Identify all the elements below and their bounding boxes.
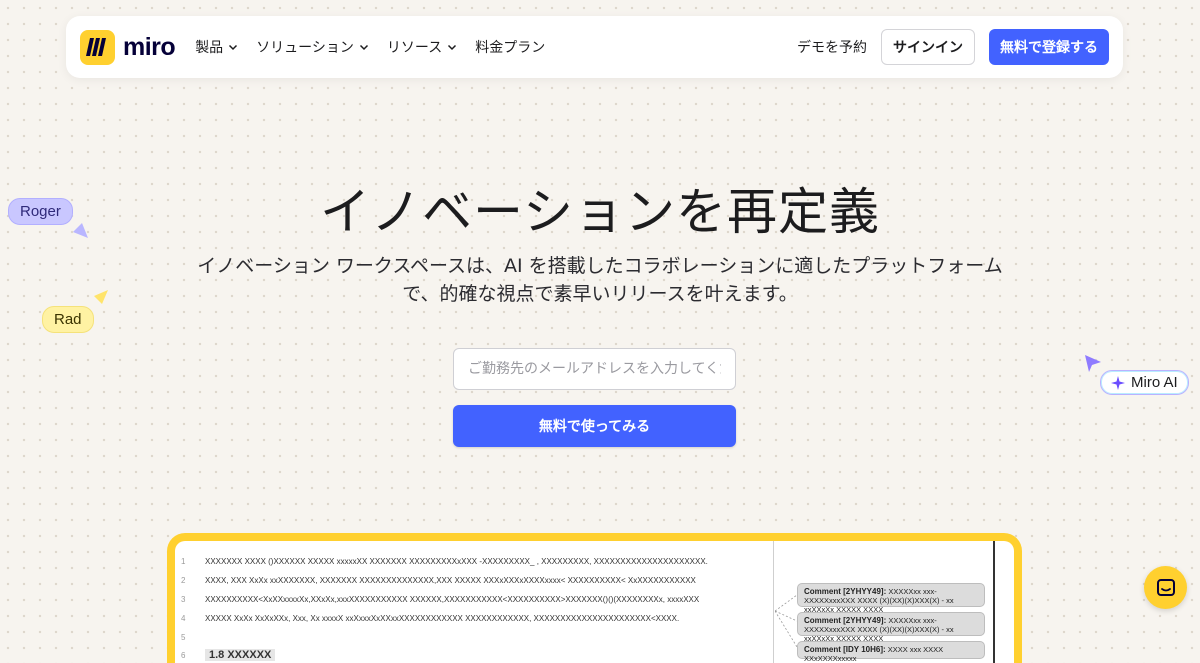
menu-item-label: 料金プラン bbox=[475, 40, 546, 56]
cursor-pointer-icon bbox=[94, 290, 108, 304]
document-preview: 1 XXXXXXX XXXX ()XXXXXX XXXXX xxxxxXX XXX… bbox=[175, 541, 1014, 663]
cursor-tag-miro-ai: Miro AI bbox=[1100, 370, 1189, 395]
chat-support-button[interactable] bbox=[1144, 566, 1187, 609]
signin-button[interactable]: サインイン bbox=[881, 29, 975, 65]
cursor-pointer-icon bbox=[1085, 355, 1101, 372]
nav-actions: デモを予約 サインイン 無料で登録する bbox=[797, 29, 1109, 65]
document-line: 1 XXXXXXX XXXX ()XXXXXX XXXXX xxxxxXX XXX… bbox=[181, 557, 708, 566]
chevron-down-icon bbox=[229, 44, 238, 51]
cursor-tag-roger: Roger bbox=[8, 198, 73, 225]
chevron-down-icon bbox=[448, 44, 457, 51]
comment-bubble[interactable]: Comment [IDY 10H6]: XXXX xxx XXXX XXxXXX… bbox=[797, 641, 985, 663]
document-line: 6 1.8 XXXXXX bbox=[181, 649, 276, 661]
menu-item-label: 製品 bbox=[195, 40, 224, 56]
document-divider bbox=[993, 541, 995, 663]
document-line: 4 XXXXX XxXx XxXxXXx, Xxx, Xx xxxxX xxXxx… bbox=[181, 614, 680, 623]
hero-subtitle: イノベーション ワークスペースは、AI を搭載したコラボレーションに適したプラッ… bbox=[170, 252, 1030, 308]
menu-item-resources[interactable]: リソース bbox=[387, 37, 457, 57]
comment-bubble[interactable]: Comment [2YHYY49]: XXXXXxx xxx- XXXXXxxx… bbox=[797, 612, 985, 643]
cursor-pointer-icon bbox=[73, 223, 88, 238]
product-preview: 1 XXXXXXX XXXX ()XXXXXX XXXXX xxxxxXX XXX… bbox=[167, 533, 1022, 663]
try-free-button[interactable]: 無料で使ってみる bbox=[453, 405, 736, 447]
cursor-tag-rad: Rad bbox=[42, 306, 94, 333]
document-line: 2 XXXX, XXX XxXx xxXXXXXXX, XXXXXXX XXXXX… bbox=[181, 576, 696, 585]
main-menu: 製品 ソリューション リソース 料金プラン bbox=[195, 37, 545, 57]
hero-subtitle-line: イノベーション ワークスペースは、AI を搭載したコラボレーションに適したプラッ… bbox=[197, 255, 1003, 277]
hero-title: イノベーションを再定義 bbox=[320, 183, 880, 241]
comment-bubble[interactable]: Comment [2YHYY49]: XXXXXxx xxx- XXXXXxxx… bbox=[797, 583, 985, 614]
miro-ai-label: Miro AI bbox=[1131, 374, 1178, 391]
logo-text: miro bbox=[123, 32, 176, 61]
work-email-input[interactable] bbox=[453, 348, 736, 390]
document-divider bbox=[773, 541, 774, 663]
chevron-down-icon bbox=[359, 44, 368, 51]
top-navbar: miro 製品 ソリューション リソース 料金プラン デモを予約 サインイン 無… bbox=[66, 16, 1123, 78]
document-line: 5 bbox=[181, 633, 186, 642]
menu-item-solutions[interactable]: ソリューション bbox=[256, 37, 369, 57]
menu-item-label: リソース bbox=[386, 40, 443, 56]
miro-logo[interactable]: miro bbox=[80, 29, 176, 65]
hero-subtitle-line: で、的確な視点で素早いリリースを叶えます。 bbox=[402, 283, 798, 305]
register-free-button[interactable]: 無料で登録する bbox=[989, 29, 1109, 65]
menu-item-pricing[interactable]: 料金プラン bbox=[475, 37, 545, 57]
comment-connector bbox=[775, 594, 798, 648]
document-line: 3 XXXXXXXXXX<XxXXxxxxXx,XXxXx,xxxXXXXXXXX… bbox=[181, 595, 700, 604]
miro-logo-icon bbox=[80, 29, 115, 65]
book-demo-link[interactable]: デモを予約 bbox=[797, 37, 867, 57]
chat-icon bbox=[1156, 578, 1175, 596]
menu-item-products[interactable]: 製品 bbox=[195, 37, 238, 57]
sparkle-icon bbox=[1111, 375, 1125, 390]
menu-item-label: ソリューション bbox=[256, 40, 354, 56]
